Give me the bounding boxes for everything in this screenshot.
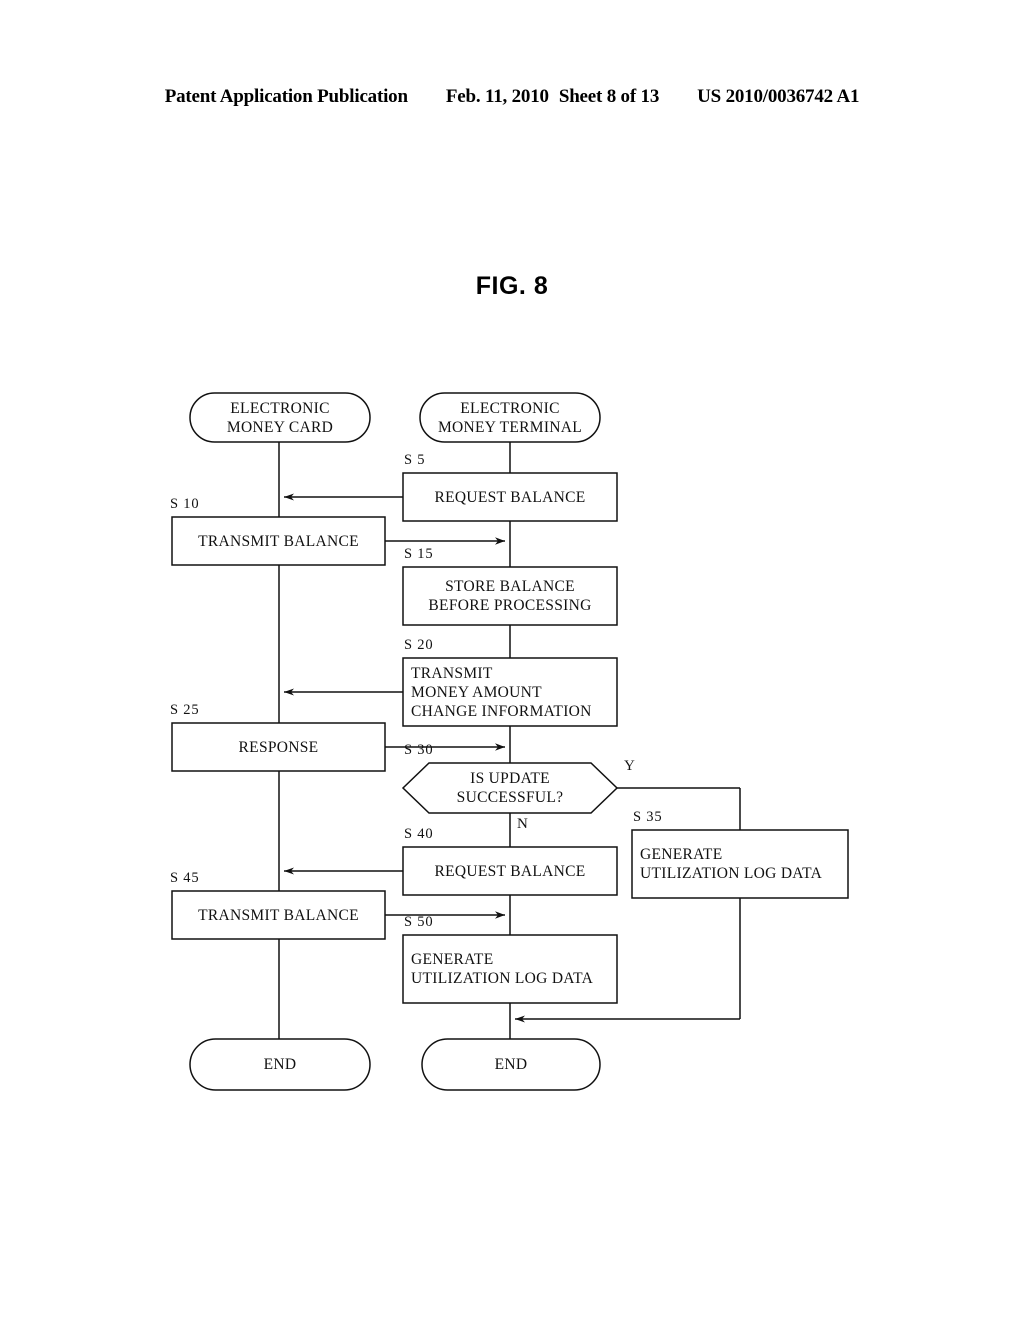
start-terminal-card xyxy=(189,392,371,443)
step-label-S20: S 20 xyxy=(404,637,434,653)
step-label-S10: S 10 xyxy=(170,496,200,512)
step-box-S5 xyxy=(402,472,618,522)
branch-label-no: N xyxy=(517,816,528,832)
step-box-S50 xyxy=(402,934,618,1004)
step-box-S15 xyxy=(402,566,618,626)
step-label-S45: S 45 xyxy=(170,870,200,886)
step-box-S20 xyxy=(402,657,618,727)
step-label-S15: S 15 xyxy=(404,546,434,562)
decision-shape-S30 xyxy=(401,762,619,814)
step-box-S45 xyxy=(171,890,386,940)
step-box-S25 xyxy=(171,722,386,772)
step-box-S35 xyxy=(631,829,849,899)
branch-label-yes: Y xyxy=(624,758,635,774)
step-label-S30: S 30 xyxy=(404,742,434,758)
step-label-S50: S 50 xyxy=(404,914,434,930)
step-label-S35: S 35 xyxy=(633,809,663,825)
flowchart-diagram: ELECTRONIC MONEY CARD ELECTRONIC MONEY T… xyxy=(0,0,1024,1320)
step-box-S40 xyxy=(402,846,618,896)
start-terminal-terminal xyxy=(419,392,601,443)
flowchart-svg xyxy=(171,392,849,1091)
end-terminal-terminal xyxy=(421,1038,601,1091)
step-label-S25: S 25 xyxy=(170,702,200,718)
end-terminal-card xyxy=(189,1038,371,1091)
step-label-S5: S 5 xyxy=(404,452,426,468)
step-box-S10 xyxy=(171,516,386,566)
patent-figure-page: Patent Application Publication Feb. 11, … xyxy=(0,0,1024,1320)
step-label-S40: S 40 xyxy=(404,826,434,842)
